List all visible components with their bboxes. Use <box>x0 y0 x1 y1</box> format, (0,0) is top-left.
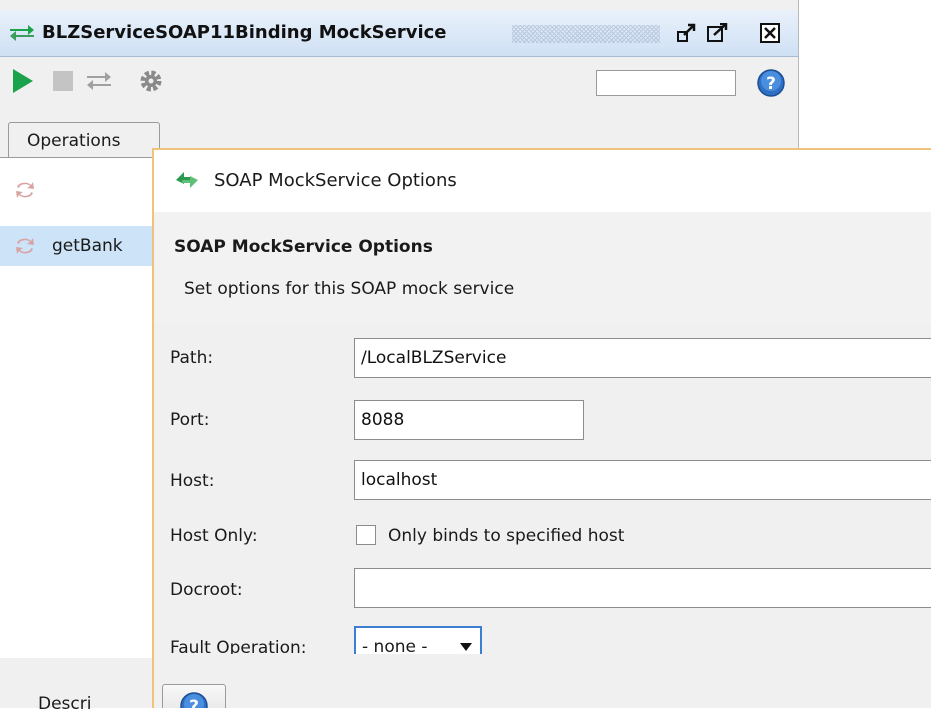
dialog-title: SOAP MockService Options <box>214 170 457 191</box>
soap-mockservice-options-dialog: SOAP MockService Options SOAP MockServic… <box>152 148 931 708</box>
operation-icon <box>16 182 34 198</box>
dialog-heading: SOAP MockService Options <box>174 237 433 257</box>
host-label: Host: <box>170 471 215 491</box>
tab-description[interactable]: Descri <box>38 690 91 718</box>
swap-icon[interactable] <box>84 66 114 96</box>
docroot-label: Docroot: <box>170 580 243 600</box>
path-label: Path: <box>170 348 214 368</box>
operation-icon <box>16 238 34 254</box>
host-only-checkbox-label[interactable]: Only binds to specified host <box>388 523 624 549</box>
host-only-label: Host Only: <box>170 526 258 546</box>
close-icon[interactable] <box>760 23 782 43</box>
soapui-logo-icon <box>176 172 198 188</box>
operation-label: getBank <box>52 236 123 256</box>
help-button[interactable]: ? <box>162 684 226 708</box>
svg-text:?: ? <box>766 74 776 94</box>
port-field[interactable] <box>354 400 584 440</box>
chevron-down-icon <box>460 643 472 651</box>
svg-text:?: ? <box>189 697 199 708</box>
toolbar-search-input[interactable] <box>596 70 736 96</box>
port-label: Port: <box>170 410 210 430</box>
maximize-icon[interactable] <box>706 23 728 43</box>
list-item-selected[interactable]: getBank <box>0 226 152 266</box>
toolbar: ? <box>0 56 798 120</box>
list-item[interactable] <box>0 170 152 210</box>
tab-operations[interactable]: Operations <box>8 122 160 158</box>
docroot-field[interactable] <box>354 568 931 608</box>
dialog-subheading: Set options for this SOAP mock service <box>184 279 515 299</box>
help-icon: ? <box>180 692 208 708</box>
options-form: Path: Port: Host: Host Only: Only binds … <box>154 324 931 668</box>
host-field[interactable] <box>354 460 931 500</box>
path-field[interactable] <box>354 338 931 378</box>
gear-icon[interactable] <box>136 66 166 96</box>
mock-service-icon <box>10 25 34 41</box>
dialog-footer: ? <box>154 654 931 708</box>
play-icon[interactable] <box>8 66 38 96</box>
host-only-checkbox[interactable] <box>356 525 376 545</box>
dialog-header: SOAP MockService Options Set options for… <box>154 212 931 325</box>
stop-icon[interactable] <box>50 66 80 96</box>
dialog-title-bar: SOAP MockService Options <box>154 150 931 212</box>
title-drag-area[interactable] <box>512 25 660 43</box>
help-icon[interactable]: ? <box>756 68 786 98</box>
dock-icon[interactable] <box>676 23 698 43</box>
window-title-bar: BLZServiceSOAP11Binding MockService <box>0 10 798 57</box>
window-title: BLZServiceSOAP11Binding MockService <box>42 22 447 43</box>
